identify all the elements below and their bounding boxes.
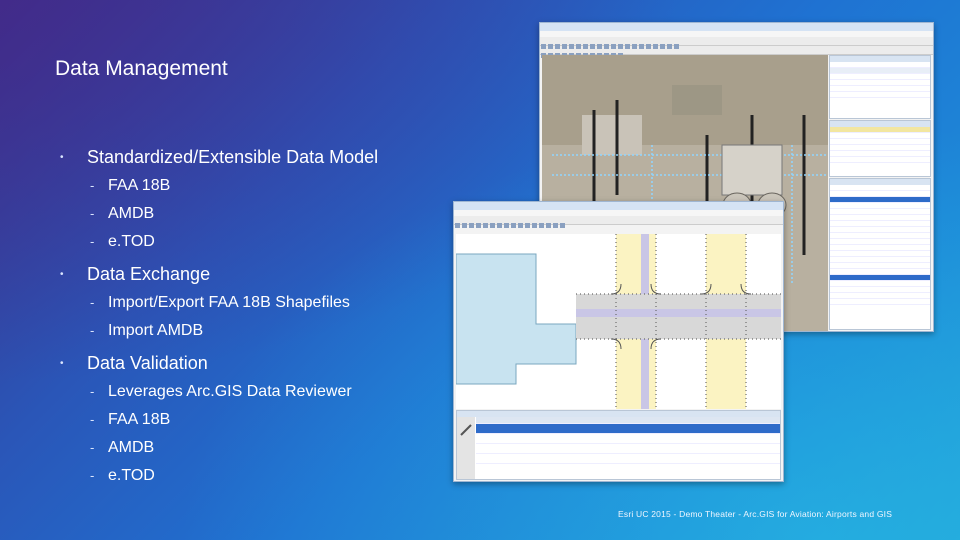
dash-icon: - — [90, 295, 95, 310]
runway-map — [456, 234, 781, 409]
bullet-list: • Standardized/Extensible Data Model - FAA… — [60, 143, 460, 490]
construction-tools-panel — [829, 120, 931, 177]
bullet-dot-icon: • — [60, 269, 64, 280]
bullet-standardized: • Standardized/Extensible Data Model — [60, 143, 460, 172]
bullet-label: Data Exchange — [87, 264, 211, 284]
sub-bullet: - AMDB — [60, 434, 460, 462]
bullet-exchange: • Data Exchange — [60, 260, 460, 289]
sub-bullet: - Import/Export FAA 18B Shapefiles — [60, 289, 460, 317]
dash-icon: - — [90, 440, 95, 455]
dash-icon: - — [90, 323, 95, 338]
sub-bullet: - e.TOD — [60, 462, 460, 490]
sub-bullet-label: e.TOD — [108, 233, 155, 250]
sub-bullet-label: FAA 18B — [108, 411, 171, 428]
toolbar — [540, 46, 933, 58]
dash-icon: - — [90, 234, 95, 249]
sub-bullet: - AMDB — [60, 200, 460, 228]
sub-bullet: - FAA 18B — [60, 406, 460, 434]
pen-icon — [460, 424, 472, 436]
bullet-dot-icon: • — [60, 358, 64, 369]
sub-bullet: - FAA 18B — [60, 172, 460, 200]
footer-caption: Esri UC 2015 - Demo Theater - Arc.GIS fo… — [618, 509, 893, 519]
sub-bullet-label: Import/Export FAA 18B Shapefiles — [108, 294, 350, 311]
reviewer-table-panel — [456, 410, 781, 480]
sub-bullet-label: AMDB — [108, 205, 155, 222]
arcmap-reviewer-screenshot — [453, 201, 784, 482]
sub-bullet: - e.TOD — [60, 228, 460, 256]
attributes-panel — [829, 178, 931, 330]
window-titlebar — [540, 23, 933, 31]
dash-icon: - — [90, 206, 95, 221]
window-titlebar — [454, 202, 783, 210]
bullet-label: Data Validation — [87, 353, 208, 373]
sub-bullet-label: Leverages Arc.GIS Data Reviewer — [108, 383, 352, 400]
slide-title: Data Management — [55, 57, 228, 80]
sub-bullet-label: AMDB — [108, 439, 155, 456]
dash-icon: - — [90, 468, 95, 483]
sub-bullet: - Import AMDB — [60, 317, 460, 345]
sub-bullet-label: FAA 18B — [108, 177, 171, 194]
sub-bullet-label: e.TOD — [108, 467, 155, 484]
toolbar — [454, 216, 783, 228]
dash-icon: - — [90, 384, 95, 399]
sub-bullet: - Leverages Arc.GIS Data Reviewer — [60, 378, 460, 406]
sub-bullet-label: Import AMDB — [108, 322, 204, 339]
bullet-label: Standardized/Extensible Data Model — [87, 147, 379, 167]
dash-icon: - — [90, 412, 95, 427]
bullet-validation: • Data Validation — [60, 349, 460, 378]
bullet-dot-icon: • — [60, 152, 64, 163]
dash-icon: - — [90, 178, 95, 193]
toolbar — [540, 37, 933, 49]
table-of-contents-panel — [829, 55, 931, 119]
